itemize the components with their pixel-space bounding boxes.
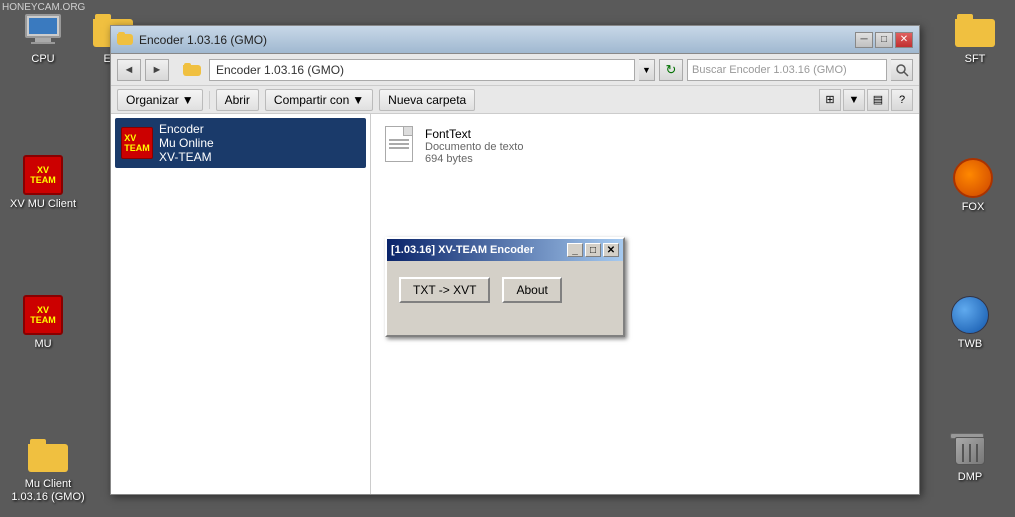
file-type: Documento de texto <box>425 141 523 153</box>
sft-label: SFT <box>965 53 986 66</box>
fox-label: FOX <box>962 201 985 214</box>
twb-label: TWB <box>958 338 982 351</box>
folder-tree: XVTEAM Encoder Mu Online XV-TEAM <box>111 114 371 494</box>
view-options-button[interactable]: ⊞ <box>819 89 841 111</box>
organizar-dropdown-icon: ▼ <box>182 93 194 107</box>
desktop: HONEYCAM.ORG CPU Enc XVTEAM XV MU Client <box>0 0 1015 517</box>
tree-item-subtitle2: XV-TEAM <box>159 150 214 164</box>
sft-folder-icon <box>955 10 995 50</box>
explorer-title: Encoder 1.03.16 (GMO) <box>139 33 855 47</box>
minimize-button[interactable]: ─ <box>855 32 873 48</box>
desktop-icon-twb[interactable]: TWB <box>935 295 1005 351</box>
organizar-label: Organizar <box>126 93 179 107</box>
popup-titlebar[interactable]: [1.03.16] XV-TEAM Encoder _ □ ✕ <box>387 239 623 261</box>
desktop-icon-dmp[interactable]: DMP <box>935 428 1005 484</box>
address-bar: ◄ ► Encoder 1.03.16 (GMO) ▼ ↻ Buscar Enc… <box>111 54 919 86</box>
document-icon <box>385 126 417 166</box>
desktop-icon-fox[interactable]: FOX <box>938 158 1008 214</box>
tree-item-name: Encoder <box>159 122 214 136</box>
address-path-text[interactable]: Encoder 1.03.16 (GMO) <box>209 59 635 81</box>
forward-button[interactable]: ► <box>145 59 169 81</box>
tree-item-text: Encoder Mu Online XV-TEAM <box>159 122 214 164</box>
file-info: FontText Documento de texto 694 bytes <box>425 127 523 165</box>
desktop-icon-sft[interactable]: SFT <box>940 10 1010 66</box>
close-button[interactable]: ✕ <box>895 32 913 48</box>
file-name: FontText <box>425 127 523 141</box>
nueva-carpeta-label: Nueva carpeta <box>388 93 466 107</box>
preview-pane-button[interactable]: ▤ <box>867 89 889 111</box>
titlebar-folder-icon <box>117 32 133 48</box>
cpu-label: CPU <box>31 53 54 66</box>
nueva-carpeta-button[interactable]: Nueva carpeta <box>379 89 475 111</box>
mu-client-folder-icon <box>28 435 68 475</box>
abrir-button[interactable]: Abrir <box>216 89 259 111</box>
dmp-label: DMP <box>958 471 982 484</box>
popup-content: TXT -> XVT About <box>387 261 623 311</box>
file-item-fonttext[interactable]: FontText Documento de texto 694 bytes <box>379 122 911 170</box>
popup-controls: _ □ ✕ <box>567 243 619 257</box>
popup-minimize-button[interactable]: _ <box>567 243 583 257</box>
back-button[interactable]: ◄ <box>117 59 141 81</box>
compartir-dropdown-icon: ▼ <box>352 93 364 107</box>
tree-item-subtitle1: Mu Online <box>159 136 214 150</box>
desktop-icon-mu-client-gmo[interactable]: Mu Client 1.03.16 (GMO) <box>8 435 88 504</box>
firefox-icon <box>953 158 993 198</box>
compartir-label: Compartir con <box>274 93 349 107</box>
search-button[interactable] <box>891 59 913 81</box>
mu-client-gmo-label: Mu Client 1.03.16 (GMO) <box>8 478 88 504</box>
refresh-button[interactable]: ↻ <box>659 59 683 81</box>
txt-xvt-button[interactable]: TXT -> XVT <box>399 277 490 303</box>
abrir-label: Abrir <box>225 93 250 107</box>
explorer-titlebar[interactable]: Encoder 1.03.16 (GMO) ─ □ ✕ <box>111 26 919 54</box>
desktop-icon-cpu[interactable]: CPU <box>8 10 78 66</box>
address-folder-icon <box>183 63 201 77</box>
mu-icon: XVTEAM <box>23 295 63 335</box>
desktop-icon-mu[interactable]: XVTEAM MU <box>8 295 78 351</box>
computer-icon <box>23 10 63 50</box>
globe-icon <box>950 295 990 335</box>
toolbar-right: ⊞ ▼ ▤ ? <box>819 89 913 111</box>
recycle-bin-icon <box>950 428 990 468</box>
mu-label: MU <box>34 338 51 351</box>
popup-title: [1.03.16] XV-TEAM Encoder <box>391 244 567 256</box>
window-controls: ─ □ ✕ <box>855 32 913 48</box>
xv-mu-client-label: XV MU Client <box>10 198 76 211</box>
view-dropdown-button[interactable]: ▼ <box>843 89 865 111</box>
encoder-popup: [1.03.16] XV-TEAM Encoder _ □ ✕ TXT -> X… <box>385 237 625 337</box>
search-box[interactable]: Buscar Encoder 1.03.16 (GMO) <box>687 59 887 81</box>
file-size: 694 bytes <box>425 153 523 165</box>
tree-item-encoder[interactable]: XVTEAM Encoder Mu Online XV-TEAM <box>115 118 366 168</box>
toolbar-sep-1 <box>209 91 210 109</box>
desktop-icon-xv-mu-client[interactable]: XVTEAM XV MU Client <box>8 155 78 211</box>
popup-restore-button[interactable]: □ <box>585 243 601 257</box>
about-button[interactable]: About <box>502 277 561 303</box>
organizar-button[interactable]: Organizar ▼ <box>117 89 203 111</box>
search-placeholder: Buscar Encoder 1.03.16 (GMO) <box>692 64 847 76</box>
maximize-button[interactable]: □ <box>875 32 893 48</box>
address-dropdown-button[interactable]: ▼ <box>639 59 655 81</box>
xv-icon: XVTEAM <box>23 155 63 195</box>
popup-close-button[interactable]: ✕ <box>603 243 619 257</box>
compartir-button[interactable]: Compartir con ▼ <box>265 89 373 111</box>
search-icon <box>895 63 909 77</box>
tree-xv-logo-icon: XVTEAM <box>121 127 153 159</box>
toolbar: Organizar ▼ Abrir Compartir con ▼ Nueva … <box>111 86 919 114</box>
help-button[interactable]: ? <box>891 89 913 111</box>
